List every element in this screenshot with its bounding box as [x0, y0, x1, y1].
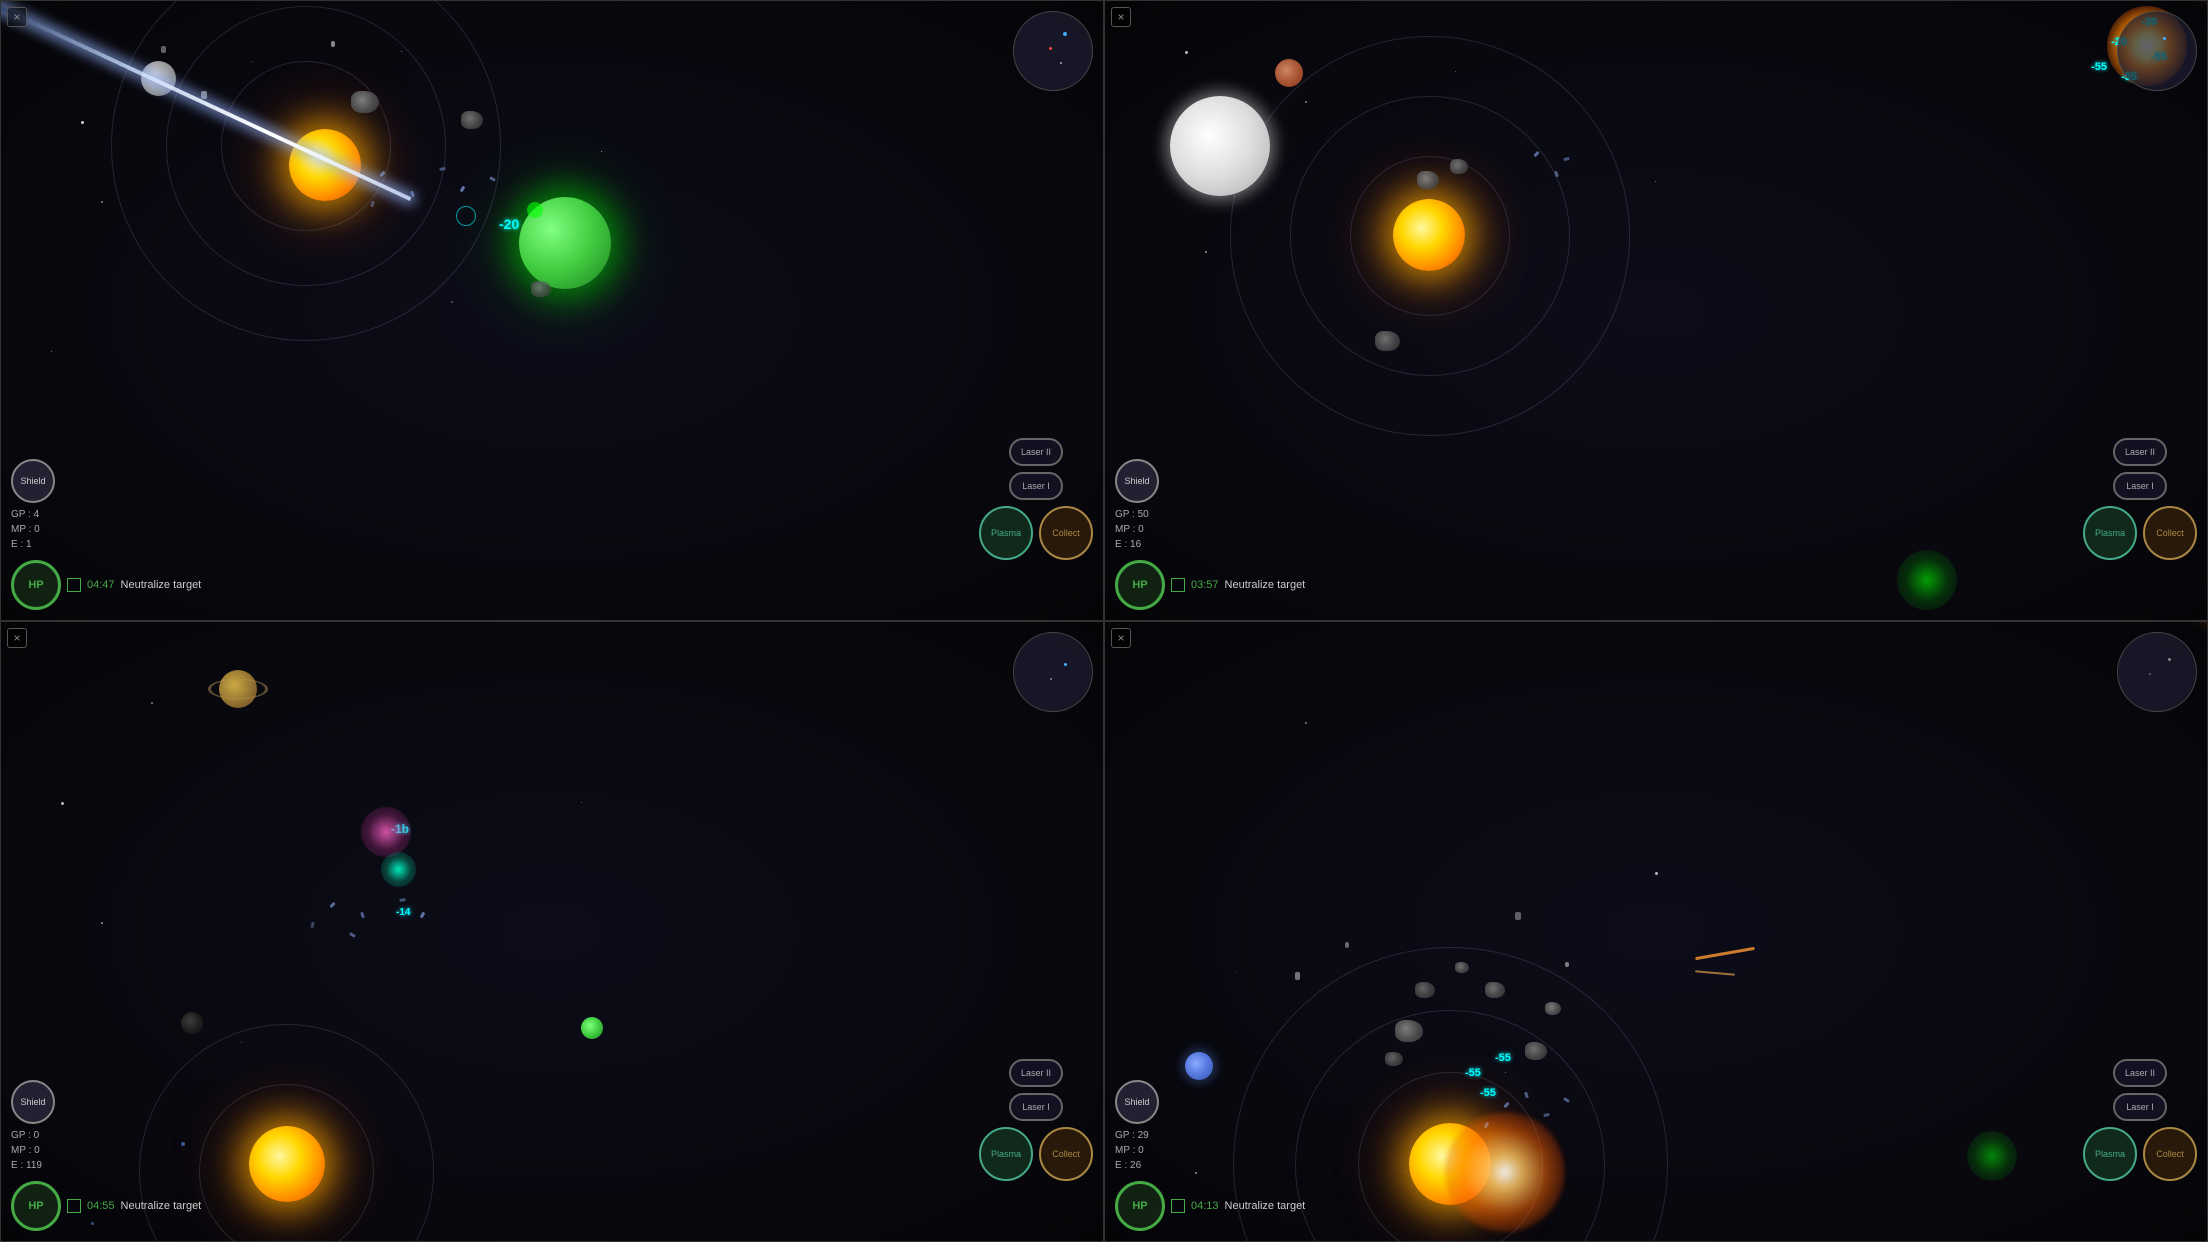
battle-explosion-q4	[1445, 1112, 1565, 1232]
laser1-button-q1[interactable]: Laser I	[1009, 472, 1063, 500]
timer-q1: 04:47	[87, 579, 115, 591]
quadrant-bottom-right: × -55 -5	[1104, 621, 2208, 1242]
asteroid-q4-2	[1525, 1042, 1547, 1060]
green-planet-q1	[519, 197, 611, 289]
asteroid-q4-3	[1485, 982, 1505, 998]
stats-q4: GP : 29 MP : 0 E : 26	[1115, 1128, 1305, 1173]
small-asteroid-q4-4	[1565, 962, 1569, 967]
objective-q3: Neutralize target	[121, 1200, 202, 1212]
small-green-planet-q3	[581, 1017, 603, 1039]
hp-circle-q4: HP	[1115, 1181, 1165, 1231]
laser1-button-q2[interactable]: Laser I	[2113, 472, 2167, 500]
asteroid-q4-1	[1395, 1020, 1423, 1042]
shield-button-q4[interactable]: Shield	[1115, 1080, 1159, 1124]
collect-button-q1[interactable]: Collect	[1039, 506, 1093, 560]
small-asteroid-q4-1	[1295, 972, 1300, 980]
objective-q1: Neutralize target	[121, 579, 202, 591]
plasma-button-q3[interactable]: Plasma	[979, 1127, 1033, 1181]
close-button-q3[interactable]: ×	[7, 628, 27, 648]
plasma-effect-q4	[1967, 1131, 2017, 1181]
hud-right-q4: Laser II Laser I Plasma Collect	[2083, 1059, 2197, 1181]
plasma-button-q2[interactable]: Plasma	[2083, 506, 2137, 560]
asteroid-q2-3	[1375, 331, 1400, 351]
shield-button-q3[interactable]: Shield	[11, 1080, 55, 1124]
asteroid-q4-5	[1545, 1002, 1561, 1015]
small-asteroid-q4-2	[1345, 942, 1349, 948]
sun-q3	[249, 1126, 325, 1202]
laser2-button-q2[interactable]: Laser II	[2113, 438, 2167, 466]
asteroid-q4-6	[1455, 962, 1469, 973]
close-button-q4[interactable]: ×	[1111, 628, 1131, 648]
hud-right-q2: Laser II Laser I Plasma Collect	[2083, 438, 2197, 560]
asteroid-q1-1	[351, 91, 379, 113]
hp-circle-q1: HP	[11, 560, 61, 610]
hud-left-q1: Shield GP : 4 MP : 0 E : 1 HP 04:47 Neut…	[11, 459, 201, 610]
debris-q1	[201, 91, 207, 99]
close-button-q1[interactable]: ×	[7, 7, 27, 27]
plasma-effect-q2	[1897, 550, 1957, 610]
objective-q4: Neutralize target	[1225, 1200, 1306, 1212]
damage-num-q1: -20	[499, 216, 519, 232]
asteroid-q4-4	[1385, 1052, 1403, 1066]
minimap-q4	[2117, 632, 2197, 712]
hp-circle-q2: HP	[1115, 560, 1165, 610]
stats-q1: GP : 4 MP : 0 E : 1	[11, 507, 201, 552]
laser2-button-q4[interactable]: Laser II	[2113, 1059, 2167, 1087]
stats-q2: GP : 50 MP : 0 E : 16	[1115, 507, 1305, 552]
asteroid-q1-2	[461, 111, 483, 129]
collect-button-q4[interactable]: Collect	[2143, 1127, 2197, 1181]
planet-q3-1	[181, 1012, 203, 1034]
close-button-q2[interactable]: ×	[1111, 7, 1131, 27]
timer-box-q4	[1171, 1199, 1185, 1213]
timer-box-q3	[67, 1199, 81, 1213]
ship-num-q3: -14	[396, 907, 410, 918]
hud-left-q4: Shield GP : 29 MP : 0 E : 26 HP 04:13 Ne…	[1115, 1080, 1305, 1231]
hud-left-q2: Shield GP : 50 MP : 0 E : 16 HP 03:57 Ne…	[1115, 459, 1305, 610]
timer-box-q1	[67, 578, 81, 592]
asteroid-q2-1	[1417, 171, 1439, 189]
timer-q3: 04:55	[87, 1200, 115, 1212]
timer-box-q2	[1171, 578, 1185, 592]
plasma-button-q4[interactable]: Plasma	[2083, 1127, 2137, 1181]
debris-q1-3	[331, 41, 335, 47]
shield-button-q1[interactable]: Shield	[11, 459, 55, 503]
blue-planet-q4	[1185, 1052, 1213, 1080]
minimap-q1	[1013, 11, 1093, 91]
hud-right-q3: Laser II Laser I Plasma Collect	[979, 1059, 1093, 1181]
quadrant-top-right: × -30 -20 -55 -55 -55	[1104, 0, 2208, 621]
small-asteroid-q4-3	[1515, 912, 1521, 920]
ringed-planet-q3	[219, 670, 257, 708]
hud-right-q1: Laser II Laser I Plasma Collect	[979, 438, 1093, 560]
laser2-button-q1[interactable]: Laser II	[1009, 438, 1063, 466]
hud-left-q3: Shield GP : 0 MP : 0 E : 119 HP 04:55 Ne…	[11, 1080, 201, 1231]
asteroid-q2-2	[1450, 159, 1468, 174]
game-grid: × -20	[0, 0, 2208, 1242]
timer-q2: 03:57	[1191, 579, 1219, 591]
quadrant-top-left: × -20	[0, 0, 1104, 621]
player-indicator-q1	[456, 206, 476, 226]
collect-button-q3[interactable]: Collect	[1039, 1127, 1093, 1181]
laser2-button-q3[interactable]: Laser II	[1009, 1059, 1063, 1087]
minimap-q3	[1013, 632, 1093, 712]
planet-q2-1	[1275, 59, 1303, 87]
timer-q4: 04:13	[1191, 1200, 1219, 1212]
quadrant-bottom-left: × -1b	[0, 621, 1104, 1242]
laser1-button-q3[interactable]: Laser I	[1009, 1093, 1063, 1121]
moon-q2	[1170, 96, 1270, 196]
sun-q2	[1393, 199, 1465, 271]
asteroid-q1-3	[531, 281, 551, 297]
shield-button-q2[interactable]: Shield	[1115, 459, 1159, 503]
minimap-q2	[2117, 11, 2197, 91]
sun-q1	[289, 129, 361, 201]
hp-circle-q3: HP	[11, 1181, 61, 1231]
stats-q3: GP : 0 MP : 0 E : 119	[11, 1128, 201, 1173]
asteroid-q4-7	[1415, 982, 1435, 998]
laser1-button-q4[interactable]: Laser I	[2113, 1093, 2167, 1121]
collect-button-q2[interactable]: Collect	[2143, 506, 2197, 560]
debris-q1-2	[161, 46, 166, 53]
objective-q2: Neutralize target	[1225, 579, 1306, 591]
plasma-button-q1[interactable]: Plasma	[979, 506, 1033, 560]
